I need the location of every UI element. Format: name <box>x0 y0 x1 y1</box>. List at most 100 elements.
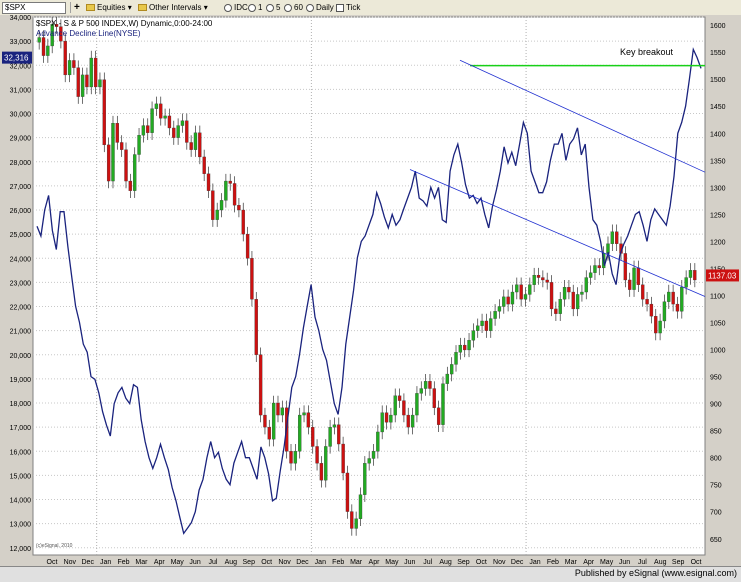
equities-label: Equities <box>97 3 126 12</box>
x-tick-label: Jul <box>208 559 217 566</box>
candle-body <box>575 294 580 310</box>
x-tick-label: Dec <box>296 559 309 566</box>
right-tick-label: 700 <box>710 510 722 517</box>
symbol-input[interactable]: $SPX <box>2 2 66 14</box>
candle-body <box>593 265 597 273</box>
left-tick-label: 27,000 <box>10 184 32 191</box>
tick-label: Tick <box>346 3 361 12</box>
candle-body <box>120 142 124 150</box>
candle-body <box>280 407 284 416</box>
candle-body <box>337 424 341 445</box>
right-tick-label: 650 <box>710 537 722 544</box>
plus-icon: + <box>74 2 80 13</box>
candle-body <box>671 291 675 305</box>
candle-body <box>428 381 432 389</box>
candle-body <box>185 120 189 143</box>
daily-option[interactable]: Daily <box>306 2 334 13</box>
plus-button[interactable]: + <box>74 2 80 13</box>
candle-body <box>258 354 263 416</box>
candle-body <box>67 60 72 76</box>
x-tick-label: Nov <box>493 559 506 566</box>
left-tick-label: 22,000 <box>10 305 32 312</box>
candle-body <box>423 381 428 389</box>
candle-body <box>328 426 332 447</box>
x-tick-label: May <box>171 559 185 566</box>
candle-body <box>454 352 458 365</box>
candle-body <box>250 258 254 300</box>
candle-body <box>558 299 562 314</box>
candle-body <box>163 115 167 119</box>
symbol-box[interactable]: $SPX <box>2 2 66 14</box>
left-tick-label: 21,000 <box>10 329 32 336</box>
candle-body <box>432 388 436 408</box>
candle-body <box>693 270 697 281</box>
x-tick-label: Jan <box>529 559 540 566</box>
left-tick-label: 28,000 <box>10 160 32 167</box>
x-tick-label: Jan <box>100 559 111 566</box>
left-tick-label: 19,000 <box>10 377 32 384</box>
candle-body <box>124 149 128 182</box>
candle-body <box>489 318 493 331</box>
x-tick-label: Aug <box>654 559 667 566</box>
interval-60-option[interactable]: 60 <box>284 2 303 13</box>
candle-body <box>271 402 276 440</box>
candle-body <box>228 180 232 184</box>
candle-body <box>667 291 671 302</box>
right-tick-label: 1450 <box>710 104 726 111</box>
x-tick-label: Jul <box>423 559 432 566</box>
candle-body <box>588 272 593 278</box>
tick-option[interactable]: Tick <box>336 2 360 13</box>
chart-area: 12,000 13,000 14,000 15,000 16,000 17,000 18,0… <box>0 15 741 575</box>
interval-1-option[interactable]: 1 <box>248 2 262 13</box>
x-tick-label: Apr <box>583 559 595 566</box>
candle-body <box>263 414 267 428</box>
candle-body <box>150 108 154 133</box>
candle-body <box>450 364 454 375</box>
candle-body <box>658 320 662 334</box>
equities-button[interactable]: Equities ▾ <box>86 2 132 13</box>
key-breakout-label: Key breakout <box>620 47 674 57</box>
interval-60-label: 60 <box>294 3 303 12</box>
candle-body <box>484 320 489 331</box>
candle-body <box>549 282 554 310</box>
x-tick-label: Apr <box>154 559 166 566</box>
left-tick-label: 30,000 <box>10 112 32 119</box>
candle-body <box>319 463 324 481</box>
left-tick-label: 33,000 <box>10 39 32 46</box>
candle-body <box>358 494 363 519</box>
idc-option[interactable]: IDC <box>224 2 248 13</box>
candle-body <box>133 154 137 191</box>
candle-body <box>63 40 67 76</box>
candle-body <box>193 132 198 150</box>
x-tick-label: Oct <box>261 559 272 566</box>
x-tick-label: Aug <box>225 559 238 566</box>
interval-5-option[interactable]: 5 <box>266 2 280 13</box>
candle-body <box>541 277 545 281</box>
x-tick-label: Jan <box>315 559 326 566</box>
candle-body <box>98 79 102 88</box>
candle-body <box>198 132 202 158</box>
other-intervals-button[interactable]: Other Intervals ▾ <box>138 2 208 13</box>
left-tick-label: 26,000 <box>10 208 32 215</box>
right-tick-label: 850 <box>710 429 722 436</box>
candle-body <box>554 308 558 314</box>
left-tick-label: 24,000 <box>10 256 32 263</box>
candle-body <box>632 267 636 290</box>
candle-body <box>406 414 410 428</box>
candle-body <box>111 123 115 182</box>
candle-body <box>497 306 502 312</box>
candle-body <box>445 373 449 384</box>
candle-body <box>649 303 654 317</box>
candle-body <box>584 277 588 293</box>
x-tick-label: Jun <box>189 559 200 566</box>
candle-body <box>245 233 250 259</box>
candle-body <box>85 74 89 88</box>
candle-body <box>89 57 93 88</box>
candle-body <box>393 395 397 416</box>
checkbox-icon <box>336 3 344 12</box>
left-tick-label: 14,000 <box>10 498 32 505</box>
x-tick-label: Dec <box>82 559 95 566</box>
candle-body <box>311 426 315 447</box>
interval-1-label: 1 <box>258 3 263 12</box>
candle-body <box>324 446 328 481</box>
